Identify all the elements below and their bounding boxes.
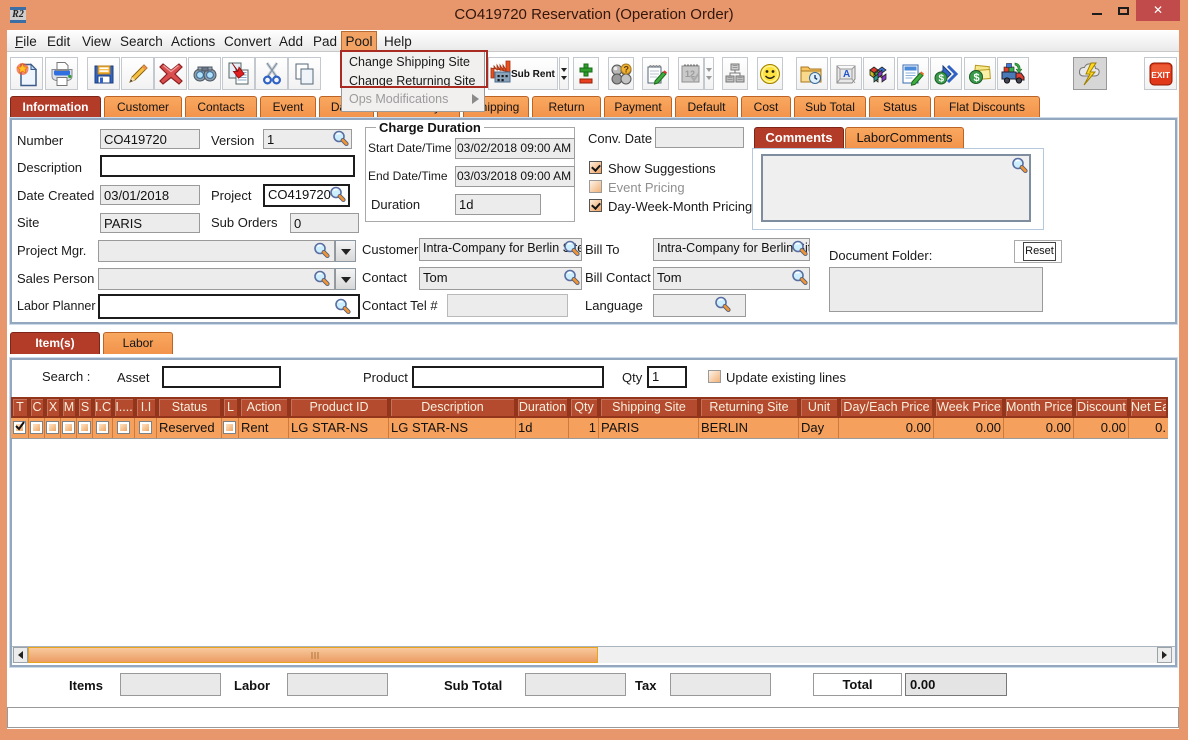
svg-text:$: $ (974, 72, 980, 84)
svg-text:Sub Rent: Sub Rent (511, 69, 555, 80)
svg-text:12: 12 (685, 69, 695, 79)
svg-text:?: ? (624, 64, 630, 74)
svg-text:EXIT: EXIT (1151, 70, 1171, 80)
svg-text:$: $ (939, 73, 945, 84)
svg-text:A: A (843, 69, 850, 80)
